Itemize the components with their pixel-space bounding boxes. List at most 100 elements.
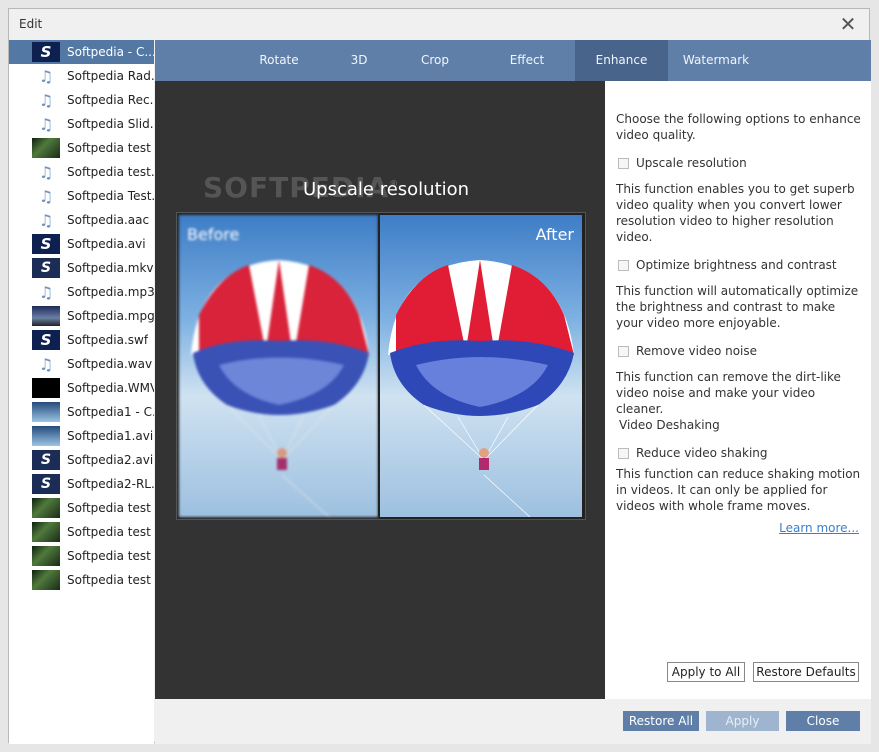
file-list-item[interactable]: S Softpedia.swf xyxy=(9,328,154,352)
parachute-image-after xyxy=(388,260,574,517)
file-name: Softpedia - C... xyxy=(67,45,154,59)
tab-enhance[interactable]: Enhance xyxy=(575,40,668,81)
parachute-image-before xyxy=(191,260,369,517)
learn-more-link[interactable]: Learn more... xyxy=(779,521,859,535)
file-name: Softpedia1 - C... xyxy=(67,405,154,419)
title-bar: Edit ✕ xyxy=(9,9,869,40)
file-list-item[interactable]: Softpedia test ... xyxy=(9,544,154,568)
optimize-brightness-checkbox[interactable]: Optimize brightness and contrast xyxy=(618,258,837,272)
softpedia-logo-thumbnail: S xyxy=(32,474,60,494)
restore-all-button[interactable]: Restore All xyxy=(623,711,699,731)
file-list-item[interactable]: ♫ Softpedia.mp3 xyxy=(9,280,154,304)
file-name: Softpedia1.avi xyxy=(67,429,154,443)
file-list-item[interactable]: ♫ Softpedia.wav xyxy=(9,352,154,376)
file-name: Softpedia.wav xyxy=(67,357,153,371)
file-list-item[interactable]: Softpedia test ... xyxy=(9,496,154,520)
file-list-item[interactable]: ♫ Softpedia Rec... xyxy=(9,88,154,112)
file-list-item[interactable]: S Softpedia2-RL... xyxy=(9,472,154,496)
file-list-item[interactable]: ♫ Softpedia Rad... xyxy=(9,64,154,88)
video-thumbnail xyxy=(32,378,60,398)
file-list-item[interactable]: Softpedia test ... xyxy=(9,136,154,160)
edit-window: Edit ✕ S Softpedia - C... ♫ Softpedia Rad..… xyxy=(8,8,871,744)
checkbox-icon[interactable] xyxy=(618,345,629,357)
file-name: Softpedia test ... xyxy=(67,549,154,563)
file-list-item[interactable]: Softpedia test ... xyxy=(9,520,154,544)
checkbox-icon[interactable] xyxy=(618,259,629,271)
upscale-resolution-description: This function enables you to get superb … xyxy=(616,182,855,244)
optimize-brightness-description: This function will automatically optimiz… xyxy=(616,284,859,330)
file-list-item[interactable]: S Softpedia - C... xyxy=(9,40,154,64)
deshaking-section-title: Video Deshaking xyxy=(619,418,720,432)
upscale-resolution-checkbox[interactable]: Upscale resolution xyxy=(618,156,747,170)
file-name: Softpedia test.... xyxy=(67,165,154,179)
before-pane: Before xyxy=(179,215,378,517)
file-list-item[interactable]: S Softpedia2.avi xyxy=(9,448,154,472)
music-note-icon: ♫ xyxy=(32,90,60,110)
file-list-item[interactable]: ♫ Softpedia Slid... xyxy=(9,112,154,136)
enhance-options-panel: Choose the following options to enhance … xyxy=(605,81,871,699)
tab-crop[interactable]: Crop xyxy=(391,40,479,81)
tab-effect[interactable]: Effect xyxy=(479,40,575,81)
checkbox-icon[interactable] xyxy=(618,447,629,459)
file-name: Softpedia Rec... xyxy=(67,93,154,107)
tab-watermark[interactable]: Watermark xyxy=(668,40,764,81)
checkbox-icon[interactable] xyxy=(618,157,629,169)
file-list-item[interactable]: Softpedia test ... xyxy=(9,568,154,592)
remove-noise-label: Remove video noise xyxy=(636,344,758,358)
reduce-shaking-checkbox[interactable]: Reduce video shaking xyxy=(618,446,768,460)
before-after-comparison: Before After xyxy=(176,212,586,520)
video-thumbnail xyxy=(32,570,60,590)
file-name: Softpedia Test.... xyxy=(67,189,154,203)
optimize-brightness-label: Optimize brightness and contrast xyxy=(636,258,837,272)
file-list-item[interactable]: S Softpedia.avi xyxy=(9,232,154,256)
file-list-item[interactable]: ♫ Softpedia test.... xyxy=(9,160,154,184)
file-list: S Softpedia - C... ♫ Softpedia Rad... ♫ Softp… xyxy=(9,40,154,744)
upscale-resolution-label: Upscale resolution xyxy=(636,156,747,170)
apply-to-all-button[interactable]: Apply to All xyxy=(667,662,745,682)
window-title: Edit xyxy=(19,17,43,31)
intro-text: Choose the following options to enhance … xyxy=(616,112,861,142)
file-list-item[interactable]: Softpedia.WMV xyxy=(9,376,154,400)
remove-noise-checkbox[interactable]: Remove video noise xyxy=(618,344,757,358)
reduce-shaking-description: This function can reduce shaking motion … xyxy=(616,467,861,513)
file-name: Softpedia.aac xyxy=(67,213,150,227)
softpedia-logo-thumbnail: S xyxy=(32,42,60,62)
file-list-item[interactable]: ♫ Softpedia.aac xyxy=(9,208,154,232)
video-thumbnail xyxy=(32,498,60,518)
restore-defaults-button[interactable]: Restore Defaults xyxy=(753,662,859,682)
after-label: After xyxy=(535,225,574,244)
file-name: Softpedia2.avi xyxy=(67,453,154,467)
tab-3d[interactable]: 3D xyxy=(327,40,391,81)
video-thumbnail xyxy=(32,546,60,566)
close-icon[interactable]: ✕ xyxy=(839,13,857,35)
file-name: Softpedia Rad... xyxy=(67,69,154,83)
file-list-item[interactable]: ♫ Softpedia Test.... xyxy=(9,184,154,208)
video-thumbnail xyxy=(32,306,60,326)
after-pane: After xyxy=(380,215,582,517)
softpedia-logo-thumbnail: S xyxy=(32,258,60,278)
tab-bar: Rotate 3D Crop Effect Enhance Watermark xyxy=(155,40,871,81)
tab-rotate[interactable]: Rotate xyxy=(233,40,325,81)
music-note-icon: ♫ xyxy=(32,186,60,206)
video-thumbnail xyxy=(32,138,60,158)
before-label: Before xyxy=(187,225,240,244)
file-name: Softpedia Slid... xyxy=(67,117,154,131)
file-list-item[interactable]: Softpedia1.avi xyxy=(9,424,154,448)
file-name: Softpedia.mkv xyxy=(67,261,154,275)
file-name: Softpedia test ... xyxy=(67,501,154,515)
file-name: Softpedia test ... xyxy=(67,525,154,539)
file-name: Softpedia test ... xyxy=(67,141,154,155)
file-list-item[interactable]: Softpedia.mpg xyxy=(9,304,154,328)
music-note-icon: ♫ xyxy=(32,66,60,86)
close-button[interactable]: Close xyxy=(786,711,860,731)
file-name: Softpedia.WMV xyxy=(67,381,154,395)
file-list-item[interactable]: S Softpedia.mkv xyxy=(9,256,154,280)
file-name: Softpedia.swf xyxy=(67,333,149,347)
music-note-icon: ♫ xyxy=(32,114,60,134)
apply-button[interactable]: Apply xyxy=(706,711,779,731)
remove-noise-description: This function can remove the dirt-like v… xyxy=(616,370,841,416)
softpedia-logo-thumbnail: S xyxy=(32,450,60,470)
music-note-icon: ♫ xyxy=(32,282,60,302)
file-list-item[interactable]: Softpedia1 - C... xyxy=(9,400,154,424)
file-name: Softpedia.mp3 xyxy=(67,285,154,299)
